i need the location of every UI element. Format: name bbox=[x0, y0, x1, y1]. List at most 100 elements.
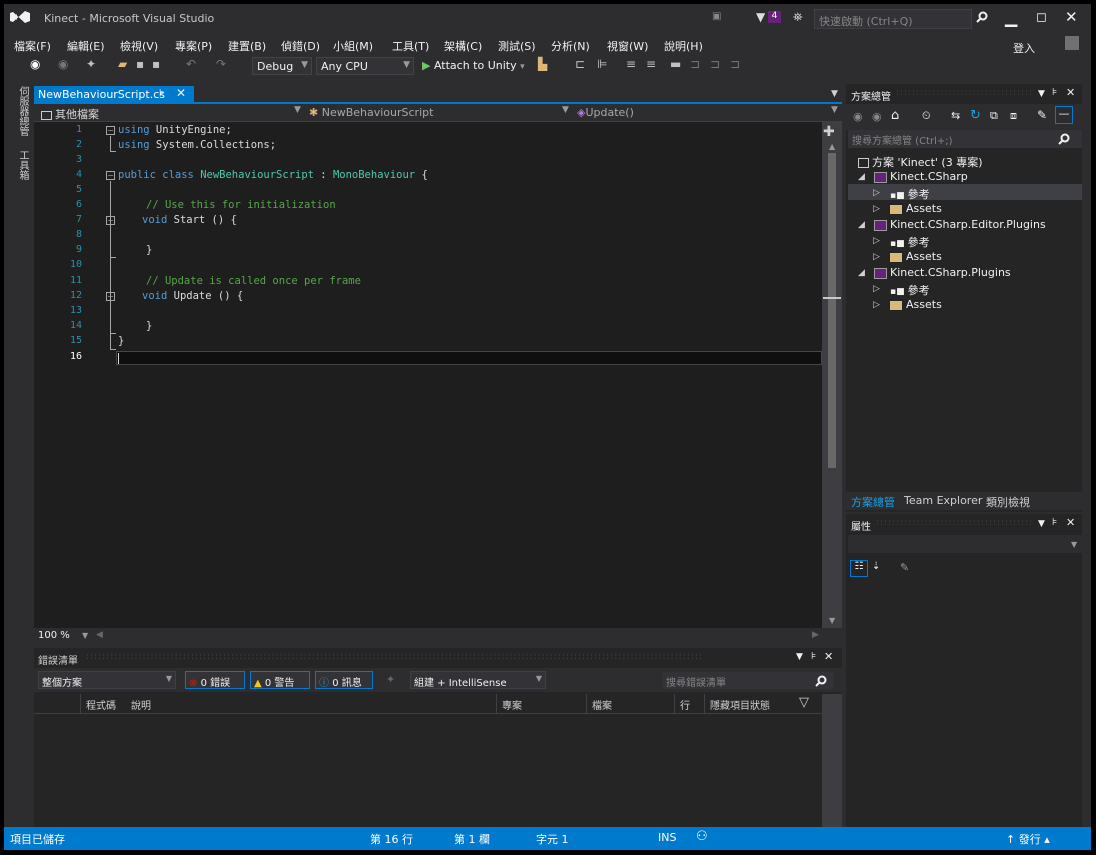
menu-build[interactable]: 建置(B) bbox=[228, 38, 266, 54]
menu-file[interactable]: 檔案(F) bbox=[14, 38, 51, 54]
scroll-down-arrow-icon[interactable]: ▼ bbox=[829, 616, 835, 625]
warnings-filter-button[interactable]: ▲ 0 警告 bbox=[250, 671, 310, 689]
project-node[interactable]: Kinect.CSharp.Editor.Plugins bbox=[874, 218, 1046, 231]
menu-analyze[interactable]: 分析(N) bbox=[551, 38, 590, 54]
expanded-triangle-icon[interactable]: ◢ bbox=[858, 220, 865, 230]
pin-icon[interactable]: ⊧ bbox=[1052, 87, 1057, 98]
save-icon[interactable]: ▪ bbox=[136, 57, 144, 71]
collapse-region-icon[interactable]: − bbox=[106, 216, 115, 225]
close-panel-icon[interactable]: ✕ bbox=[824, 650, 833, 663]
back-icon[interactable]: ◉ bbox=[853, 110, 863, 123]
alphabetical-sort-icon[interactable]: ⇣ bbox=[872, 561, 880, 572]
configuration-select[interactable]: Debug ▼ bbox=[252, 57, 312, 75]
search-icon[interactable] bbox=[1058, 133, 1070, 145]
open-file-icon[interactable]: ▰ bbox=[118, 57, 127, 71]
menu-window[interactable]: 視窗(W) bbox=[607, 38, 648, 54]
save-all-icon[interactable]: ▪ bbox=[152, 57, 160, 71]
notification-flag-icon[interactable]: ▼ bbox=[756, 10, 765, 24]
indent-icon[interactable]: ≡ bbox=[626, 57, 636, 71]
editor-scroll-thumb[interactable] bbox=[828, 153, 836, 468]
document-tab[interactable]: NewBehaviourScript.cs bbox=[34, 86, 194, 103]
pin-icon[interactable]: ⊧ bbox=[811, 651, 816, 662]
chevron-down-icon[interactable]: ▼ bbox=[82, 631, 88, 640]
chevron-down-icon[interactable]: ▼ bbox=[1071, 540, 1077, 549]
code-editor[interactable] bbox=[34, 122, 822, 628]
class-dropdown[interactable]: ✱ NewBehaviourScript bbox=[306, 105, 436, 121]
references-node[interactable]: ▪■ 參考 bbox=[890, 186, 930, 202]
project-dropdown[interactable]: 其他檔案 bbox=[38, 105, 102, 121]
properties-wrench-icon[interactable]: ✎ bbox=[1037, 108, 1047, 122]
scroll-up-arrow-icon[interactable]: ▲ bbox=[829, 142, 835, 151]
breakpoint-icon[interactable]: ⊫ bbox=[597, 57, 607, 71]
panel-options-icon[interactable]: ▼ bbox=[1038, 519, 1045, 529]
assets-folder-node[interactable]: Assets bbox=[890, 202, 942, 215]
close-tab-icon[interactable]: ✕ bbox=[176, 86, 186, 100]
tab-overflow-chevron-icon[interactable]: ▼ bbox=[831, 89, 838, 99]
notification-badge[interactable]: 4 bbox=[768, 11, 781, 23]
forward-icon[interactable]: ◉ bbox=[872, 110, 882, 123]
bookmark-icon[interactable]: ▬ bbox=[670, 57, 681, 71]
column-suppression-state[interactable]: 隱藏項目狀態 bbox=[710, 697, 770, 712]
refresh-icon[interactable]: ↻ bbox=[970, 108, 981, 123]
project-node[interactable]: Kinect.CSharp bbox=[874, 170, 968, 183]
tab-team-explorer[interactable]: Team Explorer bbox=[904, 494, 982, 507]
publish-button[interactable]: ↑ 發行 ▴ bbox=[1006, 831, 1050, 847]
menu-project[interactable]: 專案(P) bbox=[175, 38, 212, 54]
redo-icon[interactable]: ↷ bbox=[216, 57, 226, 71]
menu-help[interactable]: 說明(H) bbox=[664, 38, 703, 54]
column-line[interactable]: 行 bbox=[680, 697, 690, 712]
find-in-files-icon[interactable]: ▙ bbox=[538, 57, 547, 71]
tab-solution-explorer[interactable]: 方案總管 bbox=[851, 494, 895, 510]
properties-object-select[interactable] bbox=[848, 535, 1082, 553]
error-list-scrollbar[interactable] bbox=[822, 694, 842, 827]
collapse-region-icon[interactable]: − bbox=[106, 126, 115, 135]
new-project-icon[interactable]: ✦ bbox=[86, 57, 96, 71]
show-all-files-icon[interactable]: ⧈ bbox=[1010, 109, 1017, 123]
error-search-input[interactable]: 搜尋錯誤清單 bbox=[662, 672, 834, 689]
categorized-icon[interactable]: ☷ bbox=[850, 560, 868, 577]
feedback-icon[interactable]: ▣ bbox=[712, 11, 721, 22]
pin-icon[interactable]: ⊧ bbox=[159, 88, 164, 99]
property-pages-icon[interactable]: ✎ bbox=[900, 561, 909, 574]
messages-filter-button[interactable]: ⓘ 0 訊息 bbox=[315, 671, 373, 689]
collapse-region-icon[interactable]: − bbox=[106, 171, 115, 180]
attach-to-unity-button[interactable]: ▶ Attach to Unity ▾ bbox=[422, 59, 525, 72]
member-dropdown[interactable]: ◈Update() bbox=[574, 105, 637, 121]
quick-launch-input[interactable]: 快速啟動 (Ctrl+Q) bbox=[814, 9, 972, 29]
references-node[interactable]: ▪■ 參考 bbox=[890, 282, 930, 298]
menu-test[interactable]: 測試(S) bbox=[498, 38, 536, 54]
zoom-level-select[interactable]: 100 % bbox=[38, 630, 70, 641]
collapsed-triangle-icon[interactable]: ▷ bbox=[873, 284, 880, 294]
pending-changes-icon[interactable]: ⏲ bbox=[922, 109, 931, 123]
column-filter-icon[interactable]: ▽ bbox=[799, 695, 809, 710]
prev-bookmark-icon[interactable]: ⊐ bbox=[690, 57, 700, 71]
undo-icon[interactable]: ↶ bbox=[186, 57, 196, 71]
filter-icon[interactable]: ✦ bbox=[386, 673, 395, 686]
sync-icon[interactable]: ⇆ bbox=[951, 109, 960, 122]
menu-edit[interactable]: 編輯(E) bbox=[67, 38, 105, 54]
column-code[interactable]: 程式碼 bbox=[86, 697, 116, 712]
menu-debug[interactable]: 偵錯(D) bbox=[281, 38, 320, 54]
navigate-back-icon[interactable]: ◉ bbox=[30, 57, 40, 71]
clear-bookmarks-icon[interactable]: ⊐ bbox=[730, 57, 740, 71]
close-panel-icon[interactable]: ✕ bbox=[1066, 86, 1075, 99]
collapsed-triangle-icon[interactable]: ▷ bbox=[873, 300, 880, 310]
search-icon[interactable] bbox=[815, 675, 827, 687]
toolbox-tab[interactable]: 工具箱 bbox=[15, 150, 30, 180]
references-node[interactable]: ▪■ 參考 bbox=[890, 234, 930, 250]
server-explorer-tab[interactable]: 伺服器總管 bbox=[15, 86, 30, 136]
live-share-icon[interactable]: ⚇ bbox=[696, 829, 708, 844]
menu-tools[interactable]: 工具(T) bbox=[392, 38, 429, 54]
minimize-button[interactable]: ▁ bbox=[1005, 8, 1017, 27]
collapsed-triangle-icon[interactable]: ▷ bbox=[873, 236, 880, 246]
column-description[interactable]: 說明 bbox=[131, 697, 151, 712]
collapsed-triangle-icon[interactable]: ▷ bbox=[873, 252, 880, 262]
next-bookmark-icon[interactable]: ⊐ bbox=[710, 57, 720, 71]
column-project[interactable]: 專案 bbox=[502, 697, 522, 712]
step-icon[interactable]: ⊏ bbox=[575, 57, 585, 71]
maximize-button[interactable]: ◻ bbox=[1036, 10, 1047, 25]
collapse-all-icon[interactable]: ⧉ bbox=[990, 109, 998, 123]
assets-folder-node[interactable]: Assets bbox=[890, 298, 942, 311]
column-file[interactable]: 檔案 bbox=[592, 697, 612, 712]
solution-node[interactable]: 方案 'Kinect' (3 專案) bbox=[858, 154, 983, 170]
